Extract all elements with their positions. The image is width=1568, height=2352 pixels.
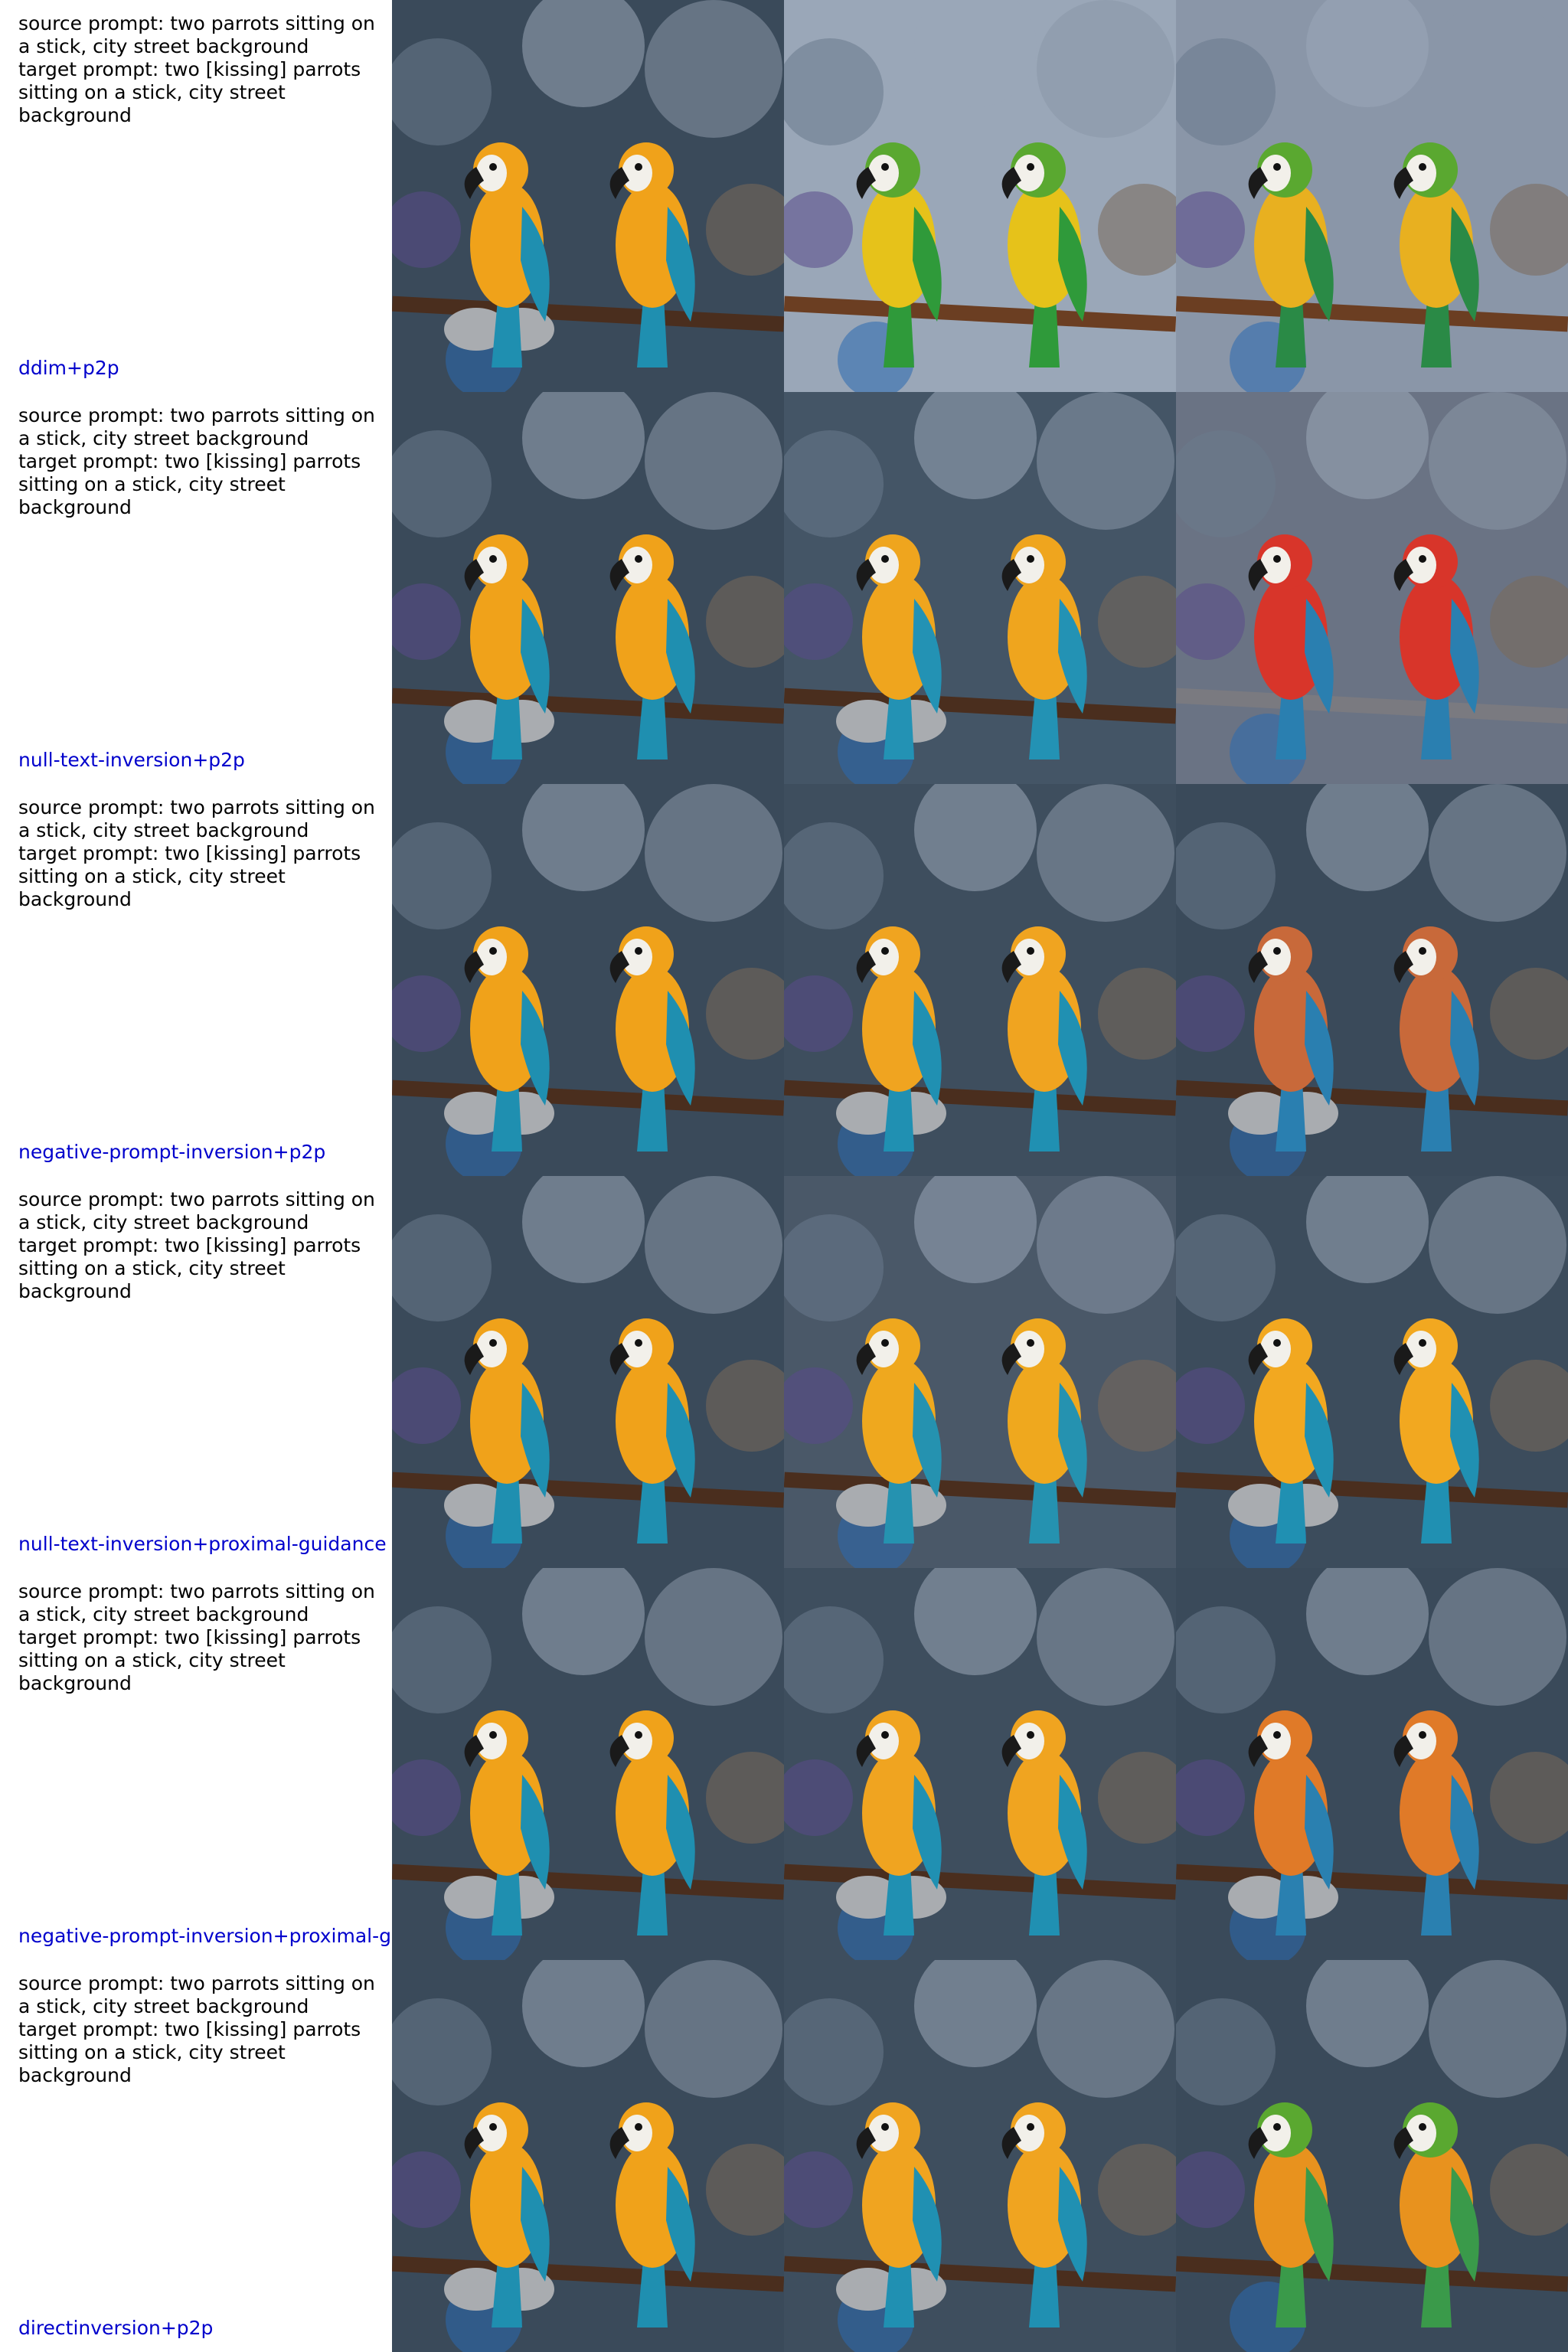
prompt-text: source prompt: two parrots sitting on a … [18, 1972, 378, 2087]
method-label: null-text-inversion+p2p [18, 749, 245, 771]
source-prompt: source prompt: two parrots sitting on a … [18, 1972, 375, 2017]
parrot-photo [1176, 0, 1568, 392]
reconstruction-image [784, 0, 1176, 392]
reconstruction-image [784, 1960, 1176, 2352]
parrot-photo [392, 1960, 784, 2352]
comparison-row: source prompt: two parrots sitting on a … [0, 784, 1568, 1176]
reconstruction-image [784, 392, 1176, 784]
reconstruction-image [784, 784, 1176, 1176]
method-label: null-text-inversion+proximal-guidance [18, 1533, 387, 1555]
parrot-photo [784, 784, 1176, 1176]
source-prompt: source prompt: two parrots sitting on a … [18, 796, 375, 841]
parrot-photo [1176, 1568, 1568, 1960]
method-label: negative-prompt-inversion+proximal-g [18, 1925, 391, 1947]
parrot-photo [1176, 784, 1568, 1176]
edited-image [1176, 784, 1568, 1176]
prompt-label-panel: source prompt: two parrots sitting on a … [0, 784, 392, 1176]
comparison-grid: source prompt: two parrots sitting on a … [0, 0, 1568, 2352]
edited-image [1176, 1568, 1568, 1960]
prompt-text: source prompt: two parrots sitting on a … [18, 796, 378, 911]
parrot-photo [392, 1568, 784, 1960]
prompt-text: source prompt: two parrots sitting on a … [18, 1580, 378, 1695]
comparison-row: source prompt: two parrots sitting on a … [0, 392, 1568, 784]
parrot-photo [392, 0, 784, 392]
source-image [392, 784, 784, 1176]
prompt-text: source prompt: two parrots sitting on a … [18, 404, 378, 519]
parrot-photo [784, 0, 1176, 392]
edited-image [1176, 392, 1568, 784]
source-image [392, 1568, 784, 1960]
method-label: directinversion+p2p [18, 2317, 214, 2339]
prompt-label-panel: source prompt: two parrots sitting on a … [0, 1568, 392, 1960]
comparison-row: source prompt: two parrots sitting on a … [0, 1960, 1568, 2352]
target-prompt: target prompt: two [kissing] parrots sit… [18, 1234, 361, 1302]
parrot-photo [392, 392, 784, 784]
method-label: negative-prompt-inversion+p2p [18, 1141, 326, 1163]
prompt-label-panel: source prompt: two parrots sitting on a … [0, 1960, 392, 2352]
parrot-photo [1176, 1960, 1568, 2352]
source-prompt: source prompt: two parrots sitting on a … [18, 12, 375, 57]
parrot-photo [1176, 392, 1568, 784]
parrot-photo [1176, 1176, 1568, 1568]
reconstruction-image [784, 1176, 1176, 1568]
source-prompt: source prompt: two parrots sitting on a … [18, 404, 375, 449]
edited-image [1176, 1176, 1568, 1568]
parrot-photo [784, 1176, 1176, 1568]
method-label: ddim+p2p [18, 357, 119, 379]
target-prompt: target prompt: two [kissing] parrots sit… [18, 2018, 361, 2086]
prompt-label-panel: source prompt: two parrots sitting on a … [0, 1176, 392, 1568]
prompt-label-panel: source prompt: two parrots sitting on a … [0, 392, 392, 784]
target-prompt: target prompt: two [kissing] parrots sit… [18, 842, 361, 910]
source-prompt: source prompt: two parrots sitting on a … [18, 1580, 375, 1625]
source-image [392, 1960, 784, 2352]
parrot-photo [392, 784, 784, 1176]
comparison-row: source prompt: two parrots sitting on a … [0, 0, 1568, 392]
comparison-row: source prompt: two parrots sitting on a … [0, 1568, 1568, 1960]
prompt-text: source prompt: two parrots sitting on a … [18, 12, 378, 127]
target-prompt: target prompt: two [kissing] parrots sit… [18, 58, 361, 126]
comparison-row: source prompt: two parrots sitting on a … [0, 1176, 1568, 1568]
reconstruction-image [784, 1568, 1176, 1960]
target-prompt: target prompt: two [kissing] parrots sit… [18, 450, 361, 518]
source-image [392, 1176, 784, 1568]
target-prompt: target prompt: two [kissing] parrots sit… [18, 1626, 361, 1694]
source-image [392, 0, 784, 392]
source-image [392, 392, 784, 784]
edited-image [1176, 1960, 1568, 2352]
source-prompt: source prompt: two parrots sitting on a … [18, 1188, 375, 1233]
edited-image [1176, 0, 1568, 392]
parrot-photo [784, 392, 1176, 784]
parrot-photo [784, 1568, 1176, 1960]
prompt-label-panel: source prompt: two parrots sitting on a … [0, 0, 392, 392]
parrot-photo [784, 1960, 1176, 2352]
prompt-text: source prompt: two parrots sitting on a … [18, 1188, 378, 1303]
parrot-photo [392, 1176, 784, 1568]
